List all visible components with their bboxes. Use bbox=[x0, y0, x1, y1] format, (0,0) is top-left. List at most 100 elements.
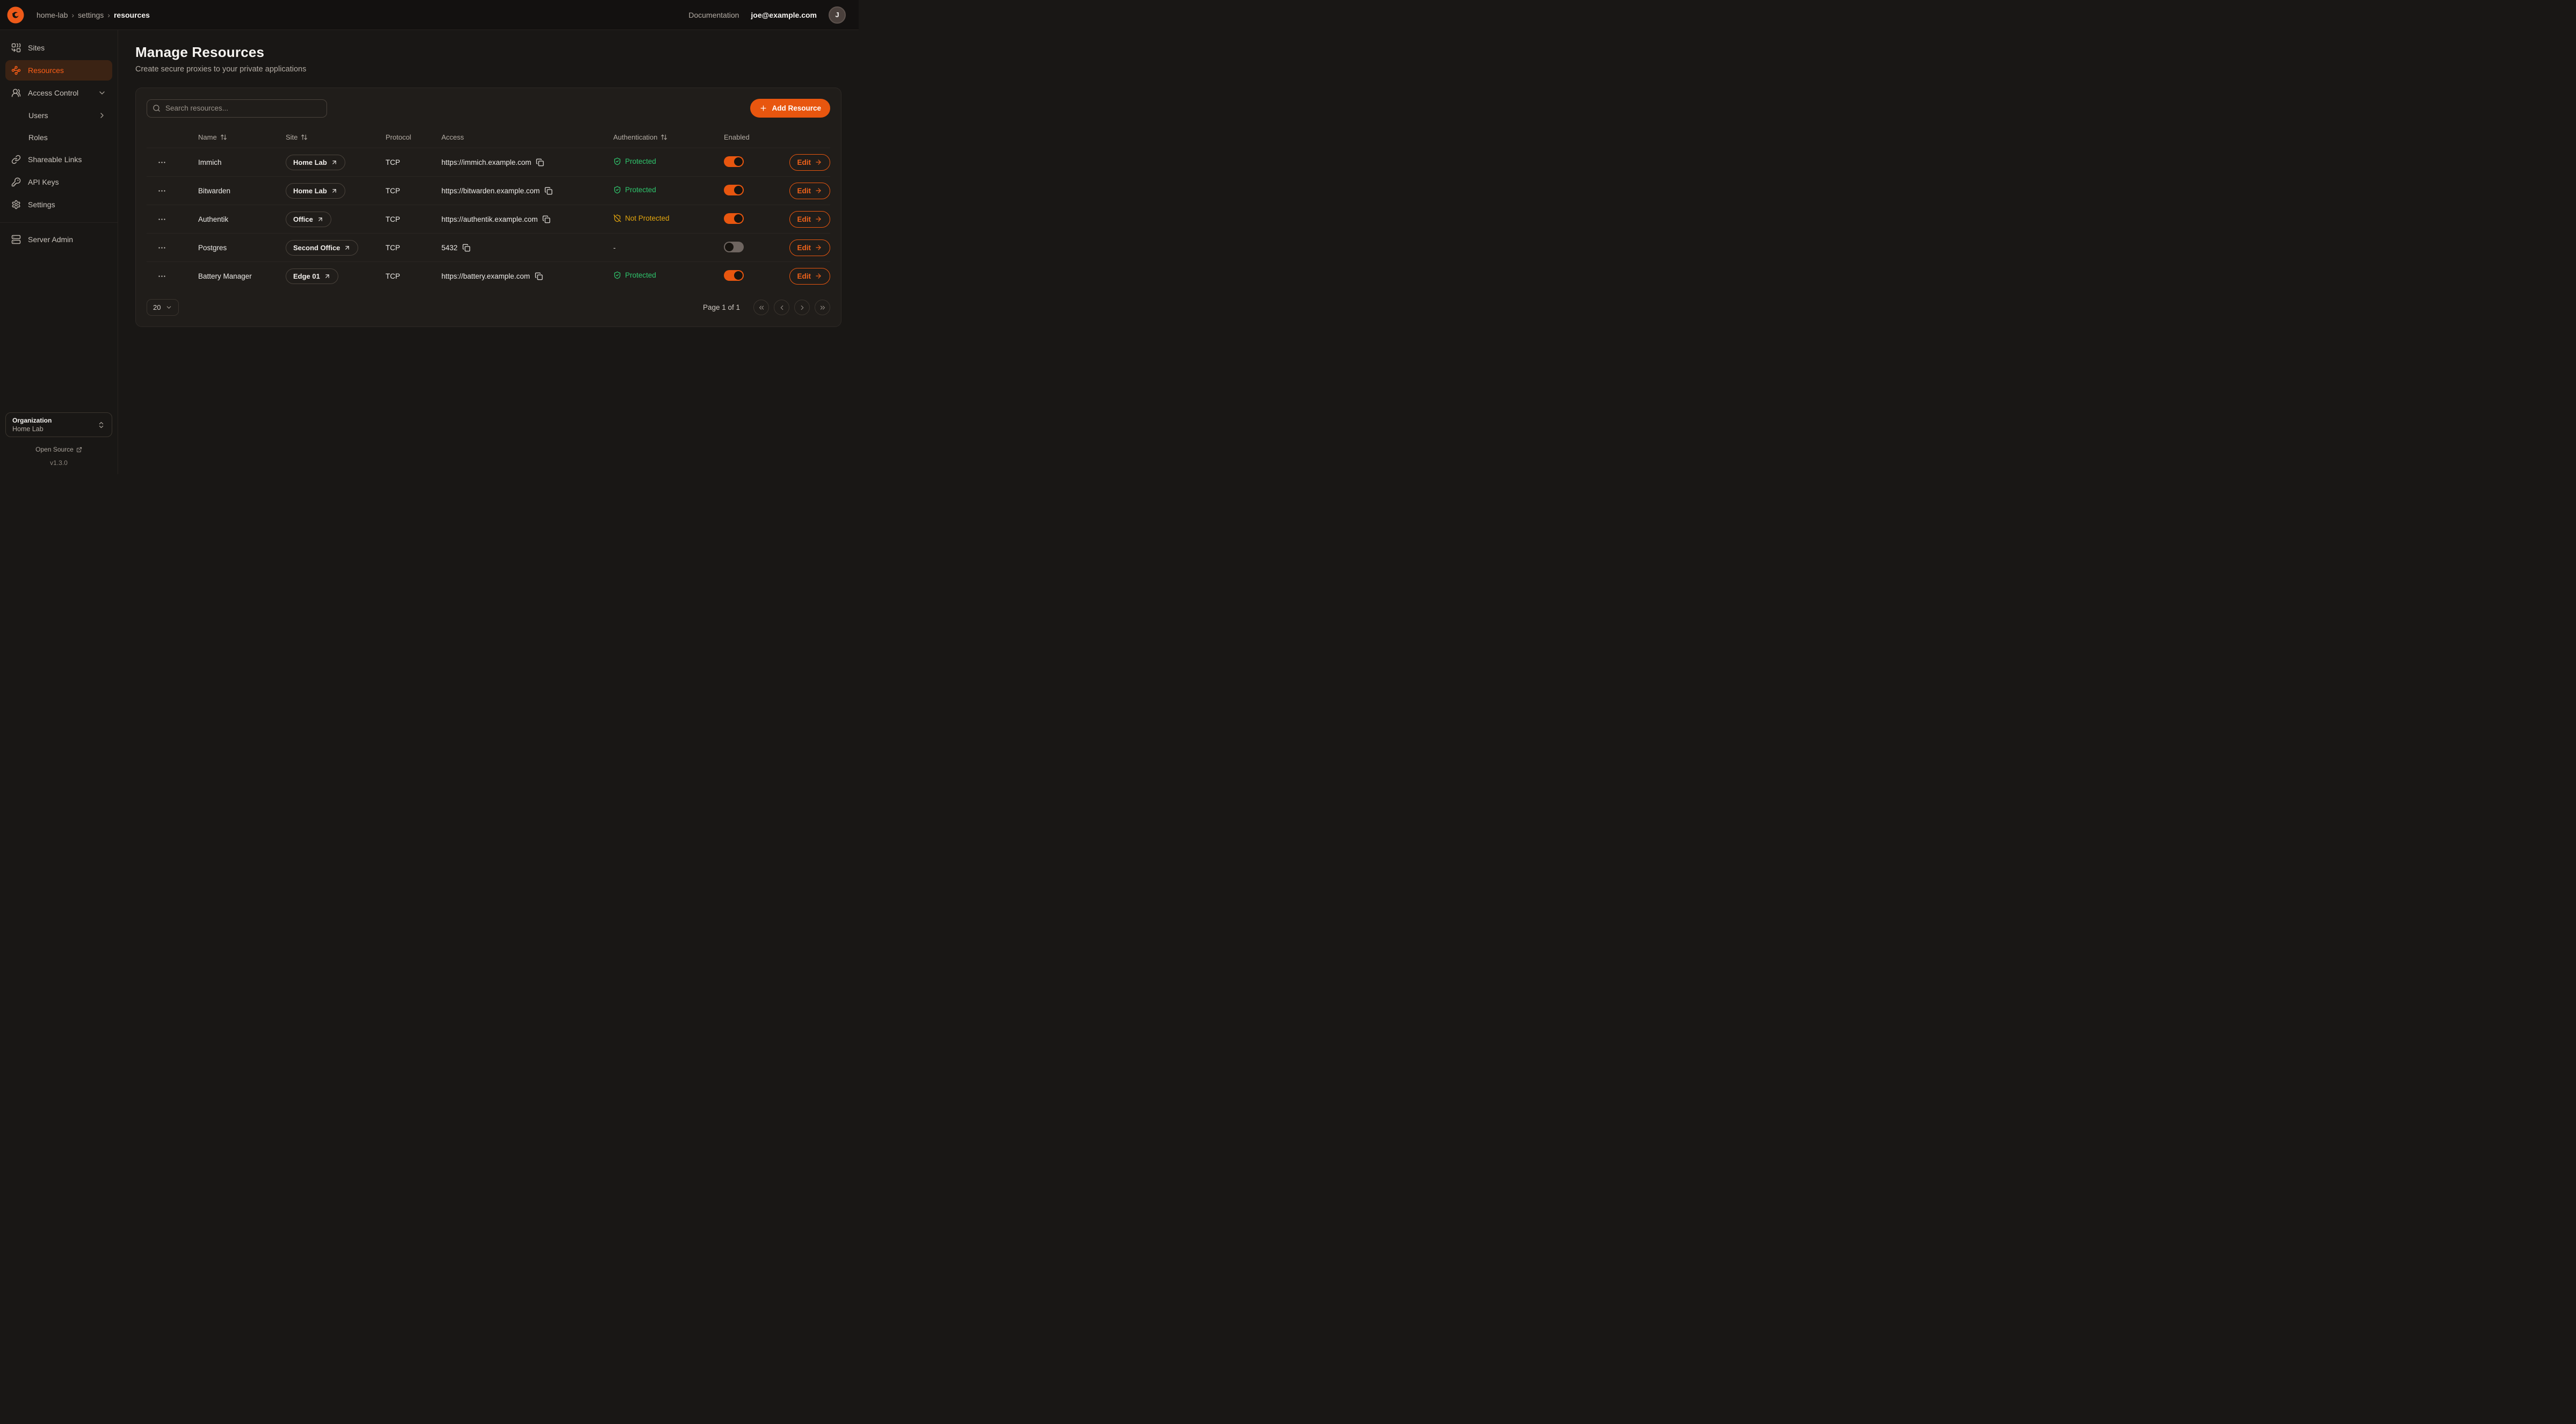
sidebar-item-label: Shareable Links bbox=[28, 155, 82, 164]
gear-icon bbox=[11, 200, 21, 209]
server-icon bbox=[11, 235, 21, 244]
site-link-button[interactable]: Second Office bbox=[286, 240, 358, 256]
table-row: Authentik Office TCP https://authentik.e… bbox=[147, 205, 830, 233]
auth-status-badge: Protected bbox=[613, 186, 656, 194]
site-link-button[interactable]: Edge 01 bbox=[286, 268, 338, 284]
sort-icon[interactable] bbox=[220, 134, 227, 141]
sort-icon[interactable] bbox=[301, 134, 308, 141]
arrow-up-right-icon bbox=[317, 216, 324, 223]
copy-button[interactable] bbox=[536, 158, 544, 166]
edit-button[interactable]: Edit bbox=[789, 154, 831, 171]
enabled-toggle[interactable] bbox=[724, 242, 744, 252]
main-content: Manage Resources Create secure proxies t… bbox=[118, 30, 859, 474]
auth-status-badge: Protected bbox=[613, 157, 656, 165]
sidebar-item-resources[interactable]: Resources bbox=[5, 60, 112, 81]
organization-selector[interactable]: Organization Home Lab bbox=[5, 412, 112, 437]
column-header-protocol: Protocol bbox=[386, 133, 441, 141]
user-email[interactable]: joe@example.com bbox=[751, 11, 817, 19]
sidebar-item-label: Resources bbox=[28, 66, 64, 75]
next-page-button[interactable] bbox=[794, 300, 810, 315]
auth-status-badge: - bbox=[613, 244, 616, 252]
resources-card: Add Resource Name Site Protocol Access bbox=[135, 88, 841, 327]
last-page-button[interactable] bbox=[815, 300, 830, 315]
ellipsis-icon bbox=[157, 158, 166, 167]
resource-protocol: TCP bbox=[386, 158, 441, 166]
avatar[interactable]: J bbox=[829, 6, 846, 24]
site-name: Office bbox=[293, 215, 313, 223]
chevron-left-icon bbox=[778, 304, 786, 311]
add-resource-button[interactable]: Add Resource bbox=[750, 99, 830, 118]
search-input[interactable] bbox=[147, 99, 327, 118]
pangolin-logo[interactable] bbox=[6, 6, 25, 24]
row-menu-button[interactable] bbox=[147, 243, 198, 252]
enabled-toggle[interactable] bbox=[724, 156, 744, 167]
resources-icon bbox=[11, 66, 21, 75]
copy-icon bbox=[542, 215, 550, 223]
sidebar-item-settings[interactable]: Settings bbox=[5, 194, 112, 215]
column-header-authentication: Authentication bbox=[613, 133, 724, 141]
breadcrumb-org[interactable]: home-lab bbox=[37, 11, 68, 19]
sidebar-item-shareable-links[interactable]: Shareable Links bbox=[5, 149, 112, 170]
arrow-right-icon bbox=[815, 244, 822, 251]
edit-label: Edit bbox=[797, 215, 811, 223]
edit-button[interactable]: Edit bbox=[789, 211, 831, 228]
search-icon bbox=[153, 104, 161, 112]
site-link-button[interactable]: Office bbox=[286, 212, 331, 227]
first-page-button[interactable] bbox=[753, 300, 769, 315]
sidebar-item-api-keys[interactable]: API Keys bbox=[5, 172, 112, 192]
row-menu-button[interactable] bbox=[147, 186, 198, 195]
edit-button[interactable]: Edit bbox=[789, 268, 831, 285]
column-header-enabled: Enabled bbox=[724, 133, 784, 141]
organization-value: Home Lab bbox=[12, 425, 97, 433]
open-source-link[interactable]: Open Source bbox=[35, 446, 82, 453]
sidebar-item-sites[interactable]: Sites bbox=[5, 38, 112, 58]
resource-access-url: https://immich.example.com bbox=[441, 158, 531, 166]
site-link-button[interactable]: Home Lab bbox=[286, 183, 345, 199]
enabled-toggle[interactable] bbox=[724, 185, 744, 195]
enabled-toggle[interactable] bbox=[724, 213, 744, 224]
copy-button[interactable] bbox=[542, 215, 550, 223]
enabled-toggle[interactable] bbox=[724, 270, 744, 281]
resource-name: Battery Manager bbox=[198, 272, 286, 280]
sidebar-item-label: Sites bbox=[28, 43, 45, 52]
site-link-button[interactable]: Home Lab bbox=[286, 155, 345, 170]
copy-icon bbox=[545, 187, 553, 195]
chevron-right-icon bbox=[799, 304, 806, 311]
auth-status-label: - bbox=[613, 244, 616, 252]
breadcrumb-settings[interactable]: settings bbox=[78, 11, 104, 19]
shield-check-icon bbox=[613, 186, 621, 194]
copy-button[interactable] bbox=[545, 187, 553, 195]
chevron-right-icon bbox=[98, 111, 106, 120]
version-label: v1.3.0 bbox=[5, 459, 112, 468]
copy-button[interactable] bbox=[535, 272, 543, 280]
sidebar-item-users[interactable]: Users bbox=[5, 105, 112, 125]
page-size-select[interactable]: 20 bbox=[147, 299, 179, 316]
shield-check-icon bbox=[613, 157, 621, 165]
edit-button[interactable]: Edit bbox=[789, 239, 831, 256]
resource-access-url: https://battery.example.com bbox=[441, 272, 530, 280]
organization-label: Organization bbox=[12, 417, 97, 424]
row-menu-button[interactable] bbox=[147, 272, 198, 281]
add-resource-label: Add Resource bbox=[772, 104, 821, 112]
sidebar-item-access-control[interactable]: Access Control bbox=[5, 83, 112, 103]
site-name: Home Lab bbox=[293, 158, 327, 166]
table-row: Battery Manager Edge 01 TCP https://batt… bbox=[147, 261, 830, 290]
sidebar-item-roles[interactable]: Roles bbox=[5, 127, 112, 147]
previous-page-button[interactable] bbox=[774, 300, 789, 315]
edit-button[interactable]: Edit bbox=[789, 183, 831, 199]
row-menu-button[interactable] bbox=[147, 215, 198, 224]
sidebar-divider bbox=[0, 222, 118, 223]
key-icon bbox=[11, 177, 21, 187]
edit-label: Edit bbox=[797, 272, 811, 280]
sidebar-item-server-admin[interactable]: Server Admin bbox=[5, 229, 112, 250]
resource-name: Bitwarden bbox=[198, 187, 286, 195]
resource-access-url: https://authentik.example.com bbox=[441, 215, 538, 223]
breadcrumb-resources[interactable]: resources bbox=[114, 11, 150, 19]
row-menu-button[interactable] bbox=[147, 158, 198, 167]
auth-status-label: Protected bbox=[625, 186, 656, 194]
sort-icon[interactable] bbox=[661, 134, 667, 141]
resource-protocol: TCP bbox=[386, 272, 441, 280]
documentation-link[interactable]: Documentation bbox=[688, 11, 739, 19]
shield-off-icon bbox=[613, 214, 621, 222]
copy-button[interactable] bbox=[462, 244, 470, 252]
